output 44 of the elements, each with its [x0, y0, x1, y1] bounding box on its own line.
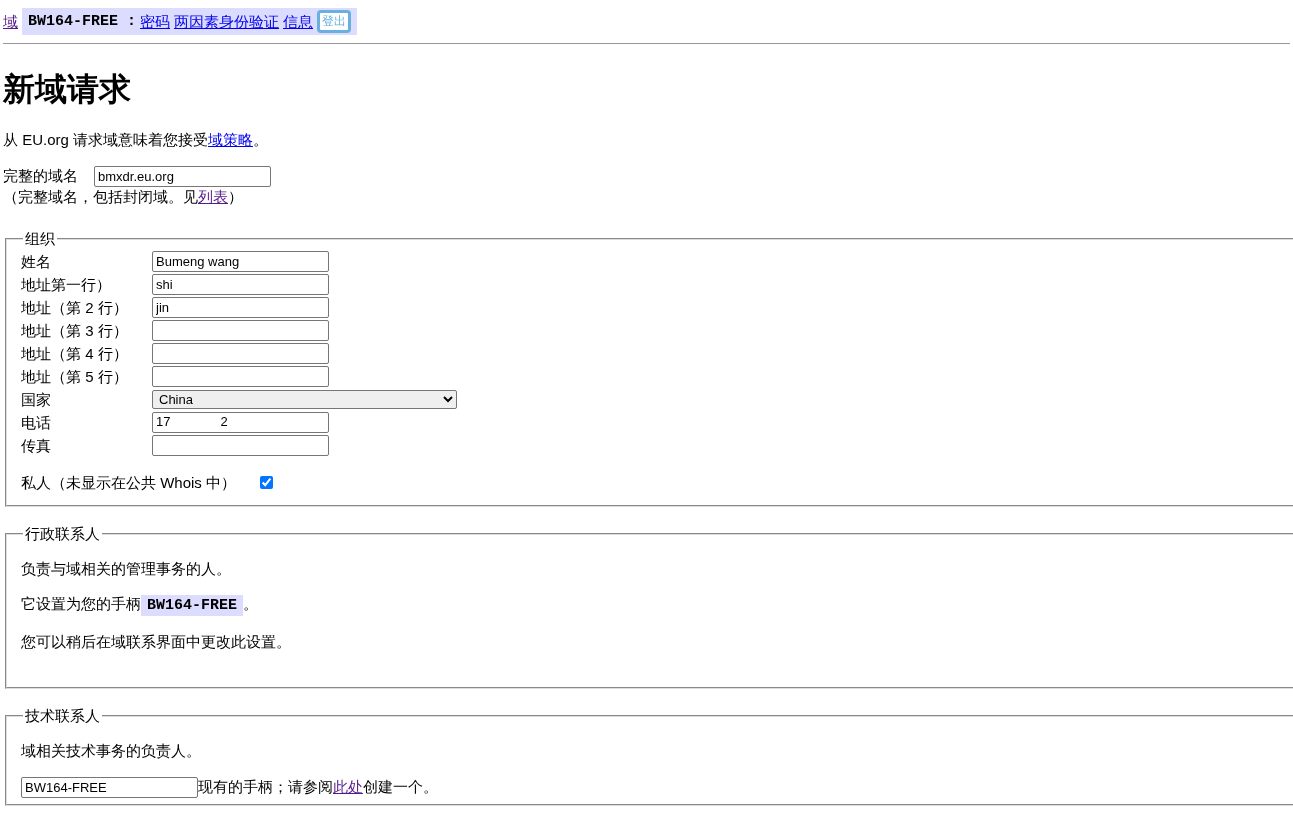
- field-label: 地址（第 5 行）: [21, 366, 129, 387]
- hint-text: （完整域名，包括封闭域。见列表）: [3, 186, 244, 207]
- intro-text: 从 EU.org 请求域意味着您接受域策略。: [3, 130, 270, 150]
- input-field[interactable]: [152, 343, 329, 365]
- field-label: 地址（第 4 行）: [21, 343, 129, 364]
- field-label: 地址（第 2 行）: [21, 297, 129, 318]
- field-value: 2: [220, 414, 228, 432]
- input-field[interactable]: jin: [152, 297, 329, 319]
- handle-help-text: 现有的手柄；请参阅此处创建一个。: [198, 777, 438, 797]
- page-title: 新域请求: [3, 69, 132, 109]
- checkbox-label: 私人（未显示在公共 Whois 中）: [21, 473, 236, 493]
- handle-text: 它设置为您的手柄 BW164-FREE 。: [21, 594, 259, 616]
- policy-link[interactable]: 域策略: [208, 131, 254, 149]
- country-select[interactable]: China: [152, 390, 457, 410]
- list-link[interactable]: 列表: [198, 187, 228, 205]
- fieldset-legend: 行政联系人: [23, 524, 102, 543]
- private-checkbox[interactable]: [260, 476, 273, 490]
- field-label: 地址第一行）: [21, 274, 112, 295]
- field-label: 完整的域名: [3, 166, 78, 186]
- field-label: 地址（第 3 行）: [21, 320, 129, 341]
- field-value: 17: [156, 414, 171, 432]
- description-text: 负责与域相关的管理事务的人。: [21, 558, 232, 579]
- field-label: 传真: [21, 435, 52, 456]
- handle-field[interactable]: BW164-FREE: [21, 776, 198, 798]
- note-text: 您可以稍后在域联系界面中更改此设置。: [21, 631, 292, 652]
- field-label: 姓名: [21, 251, 52, 272]
- description-text: 域相关技术事务的负责人。: [21, 741, 202, 761]
- field-label: 电话: [21, 412, 52, 433]
- domain-name-field[interactable]: bmxdr.eu.org: [94, 165, 271, 187]
- input-field[interactable]: shi: [152, 274, 329, 296]
- here-link[interactable]: 此处: [333, 778, 363, 796]
- input-field[interactable]: 17 2: [152, 412, 329, 434]
- input-field[interactable]: Bumeng wang: [152, 251, 329, 273]
- input-field[interactable]: [152, 320, 329, 342]
- nav-link[interactable]: 信息: [283, 11, 314, 32]
- domains-link[interactable]: 域: [3, 11, 18, 32]
- fieldset-legend: 组织: [23, 230, 57, 249]
- field-label: 国家: [21, 389, 52, 410]
- input-field[interactable]: [152, 435, 329, 457]
- nav-link[interactable]: 两因素身份验证: [174, 11, 280, 32]
- nav-link[interactable]: 密码: [140, 11, 171, 32]
- fieldset-legend: 技术联系人: [23, 707, 102, 726]
- user-handle: BW164-FREE :: [28, 11, 137, 32]
- input-field[interactable]: [152, 366, 329, 388]
